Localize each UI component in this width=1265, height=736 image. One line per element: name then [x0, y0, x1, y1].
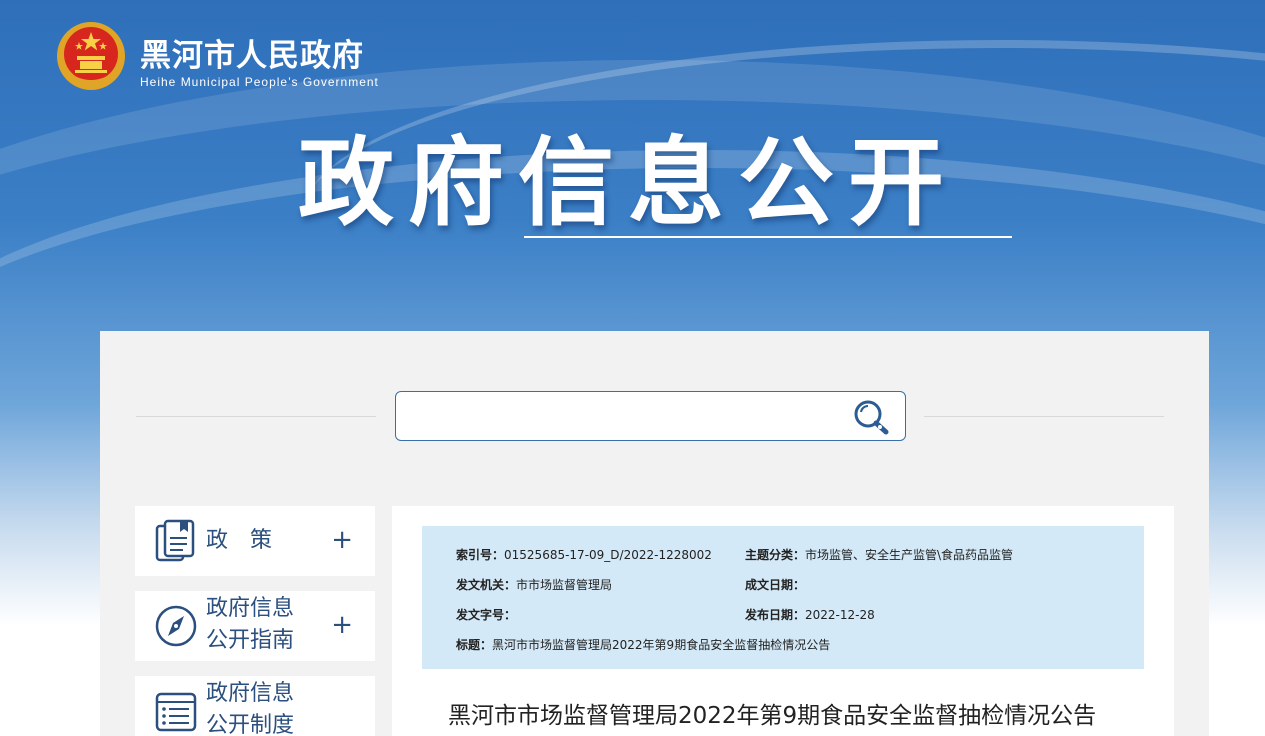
- meta-issuer: 发文机关：市市场监督管理局: [456, 576, 612, 593]
- sidebar-item-system[interactable]: 政府信息 公开制度: [135, 676, 375, 736]
- meta-label: 成文日期：: [745, 578, 806, 592]
- search-divider-right: [924, 416, 1164, 417]
- meta-label: 标题：: [456, 638, 493, 652]
- title-underline: [524, 236, 1012, 238]
- meta-index: 索引号：01525685-17-09_D/2022-1228002: [456, 546, 712, 563]
- sidebar-item-label: 政 策: [206, 528, 273, 553]
- meta-label: 索引号：: [456, 548, 505, 562]
- meta-value: 黑河市市场监督管理局2022年第9期食品安全监督抽检情况公告: [492, 638, 831, 652]
- policy-document-icon: [155, 519, 195, 562]
- meta-docno: 发文字号：: [456, 606, 516, 623]
- compass-icon: [155, 605, 197, 647]
- expand-plus-icon[interactable]: +: [331, 610, 353, 640]
- list-document-icon: [155, 692, 197, 732]
- national-emblem-icon[interactable]: [55, 20, 127, 92]
- expand-plus-icon[interactable]: +: [331, 525, 353, 555]
- sidebar-item-policy[interactable]: 政 策 +: [135, 506, 375, 576]
- page-title: 政府信息公开: [298, 127, 958, 239]
- meta-value: 01525685-17-09_D/2022-1228002: [504, 548, 712, 562]
- search-bar: [395, 391, 906, 441]
- meta-value: 2022-12-28: [805, 608, 875, 622]
- meta-value: 市市场监督管理局: [516, 578, 613, 592]
- sidebar-item-label: 公开指南: [206, 628, 295, 653]
- meta-label: 主题分类：: [745, 548, 806, 562]
- search-icon[interactable]: [851, 398, 891, 436]
- meta-title: 标题：黑河市市场监督管理局2022年第9期食品安全监督抽检情况公告: [456, 636, 830, 653]
- document-title: 黑河市市场监督管理局2022年第9期食品安全监督抽检情况公告: [448, 703, 1097, 729]
- site-subtitle: Heihe Municipal People’s Government: [140, 75, 379, 89]
- sidebar-item-label: 政府信息: [206, 596, 295, 621]
- meta-created: 成文日期：: [745, 576, 805, 593]
- site-title[interactable]: 黑河市人民政府: [140, 30, 364, 75]
- meta-value: 市场监管、安全生产监管\食品药品监管: [805, 548, 1014, 562]
- meta-label: 发布日期：: [745, 608, 806, 622]
- sidebar-item-label: 公开制度: [206, 713, 295, 736]
- meta-topic: 主题分类：市场监管、安全生产监管\食品药品监管: [745, 546, 1013, 563]
- search-input[interactable]: [408, 400, 828, 432]
- sidebar-item-label: 政府信息: [206, 681, 295, 706]
- meta-label: 发文机关：: [456, 578, 517, 592]
- meta-published: 发布日期：2022-12-28: [745, 606, 875, 623]
- meta-label: 发文字号：: [456, 608, 517, 622]
- search-divider-left: [136, 416, 376, 417]
- sidebar-item-guide[interactable]: 政府信息 公开指南 +: [135, 591, 375, 661]
